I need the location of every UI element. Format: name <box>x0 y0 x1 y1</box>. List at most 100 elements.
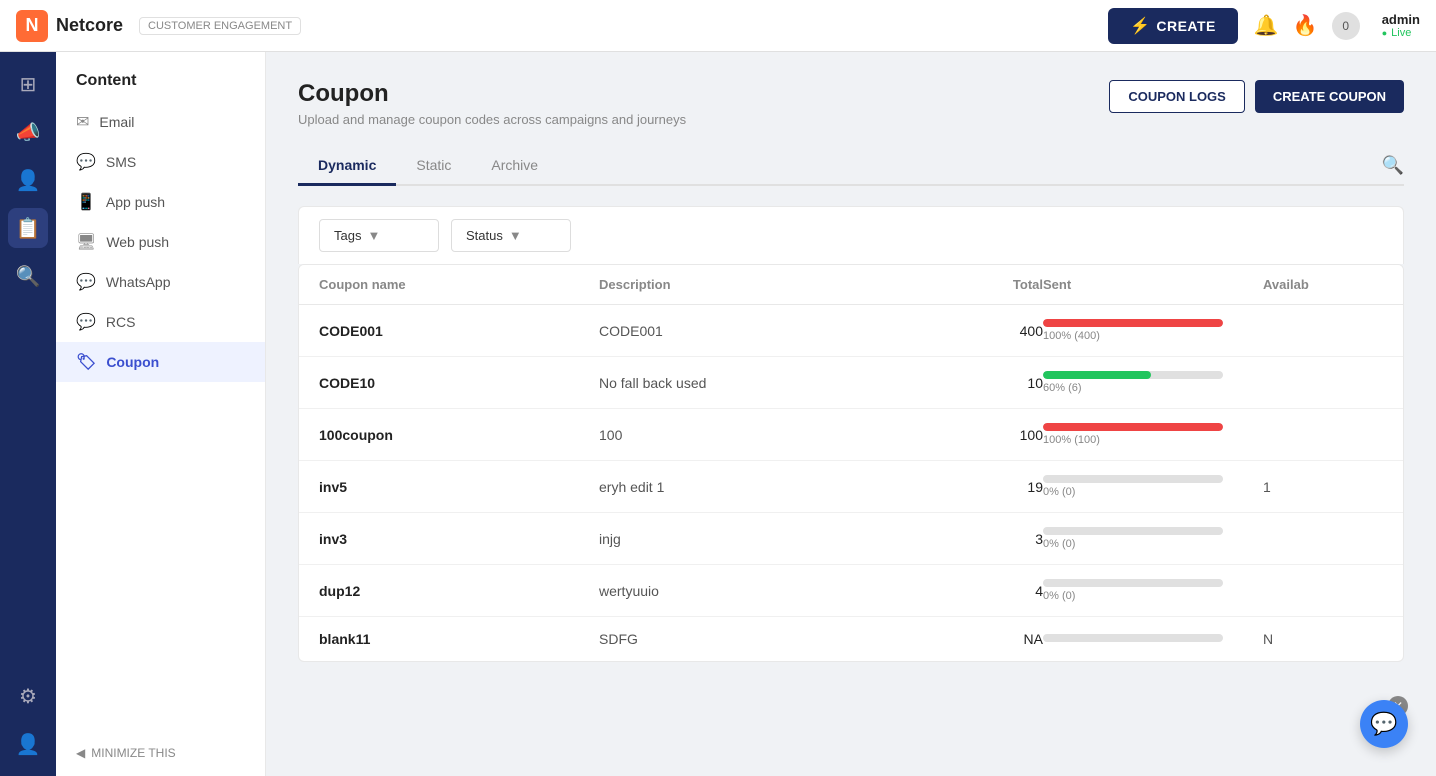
sent-progress: 0% (0) <box>1043 475 1263 498</box>
tab-static[interactable]: Static <box>396 147 471 186</box>
sent-progress: 0% (0) <box>1043 527 1263 550</box>
logo-icon: N <box>16 10 48 42</box>
search-button[interactable]: 🔍 <box>1382 155 1404 176</box>
sidebar-item-email[interactable]: ✉ Email <box>56 102 265 142</box>
sidebar-icon-analytics[interactable]: 🔍 <box>8 256 48 296</box>
sidebar-item-label-app-push: App push <box>106 194 165 210</box>
sidebar-item-label-coupon: Coupon <box>106 354 159 370</box>
sidebar-icon-megaphone[interactable]: 📣 <box>8 112 48 152</box>
admin-name: admin <box>1382 12 1420 27</box>
sidebar-item-rcs[interactable]: 💬 RCS <box>56 302 265 342</box>
sidebar-item-web-push[interactable]: 🖥 Web push <box>56 222 265 262</box>
table-row[interactable]: inv5 eryh edit 1 19 0% (0) 1 <box>299 461 1403 513</box>
page-header: Coupon Upload and manage coupon codes ac… <box>298 80 1404 127</box>
coupon-name: inv5 <box>319 479 599 495</box>
bolt-icon: ⚡ <box>1130 16 1150 36</box>
status-label: Status <box>466 228 503 243</box>
sidebar-icon-user[interactable]: 👤 <box>8 724 48 764</box>
whatsapp-icon: 💬 <box>76 272 96 292</box>
tab-dynamic[interactable]: Dynamic <box>298 147 396 186</box>
tags-dropdown[interactable]: Tags ▼ <box>319 219 439 252</box>
coupon-available: N <box>1263 631 1383 647</box>
logo-name: Netcore <box>56 15 123 36</box>
sidebar-item-label-whatsapp: WhatsApp <box>106 274 171 290</box>
product-name: CUSTOMER ENGAGEMENT <box>139 17 301 35</box>
sidebar-icon-settings[interactable]: ⚙ <box>8 676 48 716</box>
sent-progress: 100% (100) <box>1043 423 1263 446</box>
coupon-logs-button[interactable]: COUPON LOGS <box>1109 80 1245 113</box>
coupon-name: inv3 <box>319 531 599 547</box>
progress-bar-fill <box>1043 371 1151 379</box>
col-avail: Availab <box>1263 277 1383 292</box>
tab-archive[interactable]: Archive <box>471 147 558 186</box>
sidebar-item-sms[interactable]: 💬 SMS <box>56 142 265 182</box>
minimize-arrow-icon: ◀ <box>76 746 85 760</box>
filter-row: Tags ▼ Status ▼ <box>298 206 1404 264</box>
coupon-table: Coupon name Description Total Sent Avail… <box>298 264 1404 662</box>
nav-bottom: ◀ MINIMIZE THIS <box>56 730 265 776</box>
sent-progress: 0% (0) <box>1043 579 1263 602</box>
avatar[interactable]: 0 <box>1332 12 1360 40</box>
table-header: Coupon name Description Total Sent Avail… <box>299 265 1403 305</box>
minimize-button[interactable]: ◀ MINIMIZE THIS <box>76 746 245 760</box>
header-actions: COUPON LOGS CREATE COUPON <box>1109 80 1404 113</box>
create-coupon-button[interactable]: CREATE COUPON <box>1255 80 1404 113</box>
table-row[interactable]: 100coupon 100 100 100% (100) <box>299 409 1403 461</box>
coupon-name: 100coupon <box>319 427 599 443</box>
icon-sidebar: ⊞ 📣 👤 📋 🔍 ⚙ 👤 <box>0 52 56 776</box>
sent-progress: 100% (400) <box>1043 319 1263 342</box>
coupon-description: eryh edit 1 <box>599 479 943 495</box>
table-row[interactable]: CODE10 No fall back used 10 60% (6) <box>299 357 1403 409</box>
coupon-name: blank11 <box>319 631 599 647</box>
progress-bar-bg <box>1043 475 1223 483</box>
sidebar-item-whatsapp[interactable]: 💬 WhatsApp <box>56 262 265 302</box>
table-body: CODE001 CODE001 400 100% (400) CODE10 No… <box>299 305 1403 661</box>
table-row[interactable]: inv3 injg 3 0% (0) <box>299 513 1403 565</box>
coupon-description: CODE001 <box>599 323 943 339</box>
sidebar-icon-grid[interactable]: ⊞ <box>8 64 48 104</box>
nav-sidebar-title: Content <box>56 52 265 102</box>
tags-label: Tags <box>334 228 361 243</box>
topnav-icons: 🔔 🔥 0 admin Live <box>1254 12 1420 40</box>
progress-label: 0% (0) <box>1043 590 1263 602</box>
coupon-total: 3 <box>943 531 1043 547</box>
page-title: Coupon <box>298 80 686 108</box>
sidebar-item-label-email: Email <box>99 114 134 130</box>
coupon-total: NA <box>943 631 1043 647</box>
sidebar-item-label-rcs: RCS <box>106 314 136 330</box>
coupon-description: SDFG <box>599 631 943 647</box>
progress-bar-bg <box>1043 634 1223 642</box>
app-push-icon: 📱 <box>76 192 96 212</box>
table-row[interactable]: dup12 wertyuuio 4 0% (0) <box>299 565 1403 617</box>
progress-label: 100% (100) <box>1043 434 1263 446</box>
coupon-total: 100 <box>943 427 1043 443</box>
page-subtitle: Upload and manage coupon codes across ca… <box>298 112 686 127</box>
create-button[interactable]: ⚡ CREATE <box>1108 8 1238 44</box>
coupon-description: 100 <box>599 427 943 443</box>
sidebar-icon-people[interactable]: 👤 <box>8 160 48 200</box>
sidebar-item-label-web-push: Web push <box>106 234 169 250</box>
coupon-description: injg <box>599 531 943 547</box>
bell-icon[interactable]: 🔔 <box>1254 13 1279 38</box>
chat-button[interactable]: 💬 <box>1360 700 1408 748</box>
progress-label: 60% (6) <box>1043 382 1263 394</box>
coupon-total: 10 <box>943 375 1043 391</box>
progress-bar-bg <box>1043 319 1223 327</box>
coupon-description: No fall back used <box>599 375 943 391</box>
sidebar-icon-calendar[interactable]: 📋 <box>8 208 48 248</box>
progress-bar-fill <box>1043 423 1223 431</box>
sidebar-item-app-push[interactable]: 📱 App push <box>56 182 265 222</box>
topnav: N Netcore CUSTOMER ENGAGEMENT ⚡ CREATE 🔔… <box>0 0 1436 52</box>
fire-icon[interactable]: 🔥 <box>1293 13 1318 38</box>
col-description: Description <box>599 277 943 292</box>
table-row[interactable]: blank11 SDFG NA N <box>299 617 1403 661</box>
status-dropdown-arrow: ▼ <box>509 228 522 243</box>
coupon-total: 19 <box>943 479 1043 495</box>
sidebar-item-coupon[interactable]: 🏷 Coupon <box>56 342 265 382</box>
coupon-name: CODE10 <box>319 375 599 391</box>
table-row[interactable]: CODE001 CODE001 400 100% (400) <box>299 305 1403 357</box>
status-dropdown[interactable]: Status ▼ <box>451 219 571 252</box>
col-total: Total <box>943 277 1043 292</box>
coupon-name: dup12 <box>319 583 599 599</box>
progress-bar-bg <box>1043 579 1223 587</box>
